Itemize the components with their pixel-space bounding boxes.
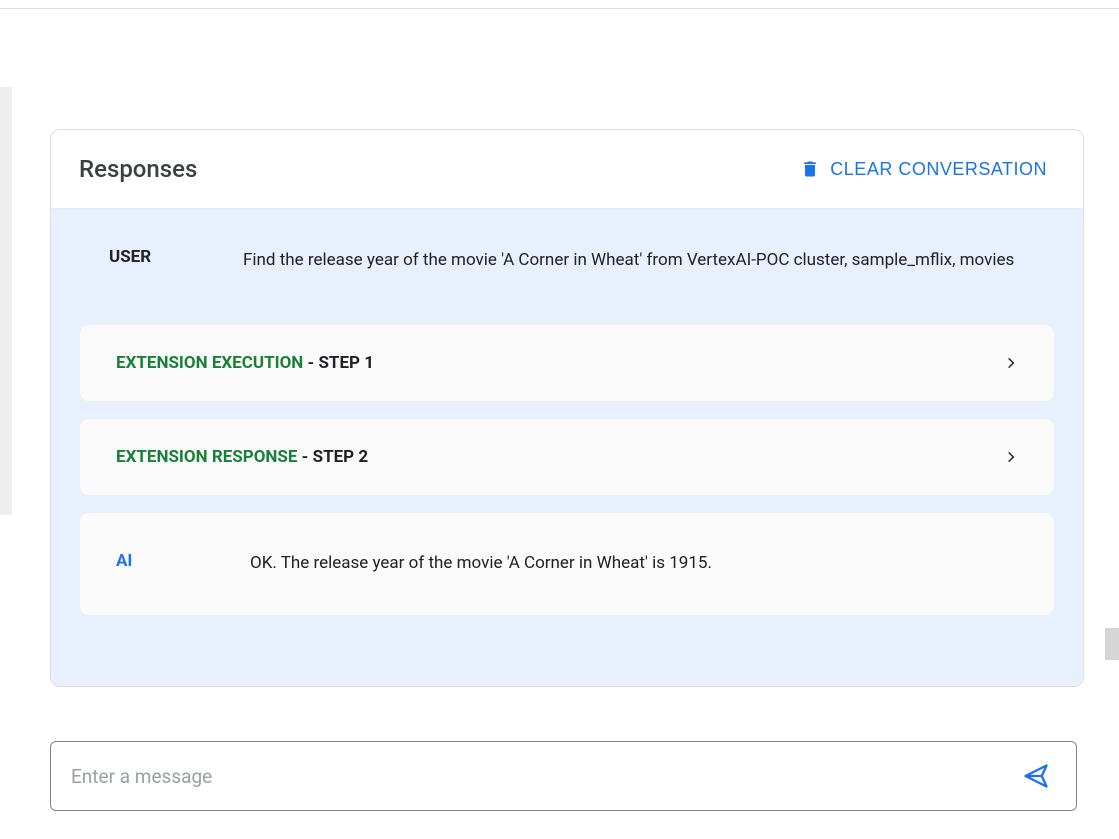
responses-title: Responses	[79, 155, 197, 183]
step-black-label: STEP 1	[318, 353, 374, 373]
chevron-right-icon	[1004, 450, 1018, 464]
extension-execution-step[interactable]: EXTENSION EXECUTION - STEP 1	[79, 324, 1055, 402]
step-title: EXTENSION EXECUTION - STEP 1	[116, 353, 374, 373]
step-green-label: EXTENSION EXECUTION	[116, 353, 303, 373]
extension-response-step[interactable]: EXTENSION RESPONSE - STEP 2	[79, 418, 1055, 496]
step-separator: -	[303, 353, 318, 373]
ai-message-text: OK. The release year of the movie 'A Cor…	[250, 551, 1018, 577]
user-label: USER	[109, 247, 219, 274]
clear-conversation-button[interactable]: CLEAR CONVERSATION	[792, 154, 1055, 184]
ai-response-card: AI OK. The release year of the movie 'A …	[79, 512, 1055, 616]
send-button[interactable]	[1016, 756, 1056, 796]
step-separator: -	[297, 447, 312, 467]
top-divider	[0, 8, 1119, 9]
ai-label: AI	[116, 551, 226, 577]
user-message-row: USER Find the release year of the movie …	[51, 209, 1083, 324]
chevron-right-icon	[1004, 356, 1018, 370]
responses-panel: Responses CLEAR CONVERSATION USER Find t…	[50, 129, 1084, 687]
responses-body[interactable]: USER Find the release year of the movie …	[51, 209, 1083, 686]
step-title: EXTENSION RESPONSE - STEP 2	[116, 447, 368, 467]
step-green-label: EXTENSION RESPONSE	[116, 447, 297, 467]
responses-header: Responses CLEAR CONVERSATION	[51, 130, 1083, 209]
message-input[interactable]	[71, 765, 1016, 788]
side-panel-stub	[0, 87, 12, 515]
step-black-label: STEP 2	[313, 447, 369, 467]
user-message-text: Find the release year of the movie 'A Co…	[243, 247, 1055, 274]
main-container: Responses CLEAR CONVERSATION USER Find t…	[12, 87, 1119, 839]
message-input-container	[50, 741, 1077, 811]
send-icon	[1022, 762, 1050, 790]
clear-button-label: CLEAR CONVERSATION	[830, 159, 1047, 180]
scrollbar-thumb[interactable]	[1105, 628, 1119, 660]
trash-icon	[800, 158, 820, 180]
